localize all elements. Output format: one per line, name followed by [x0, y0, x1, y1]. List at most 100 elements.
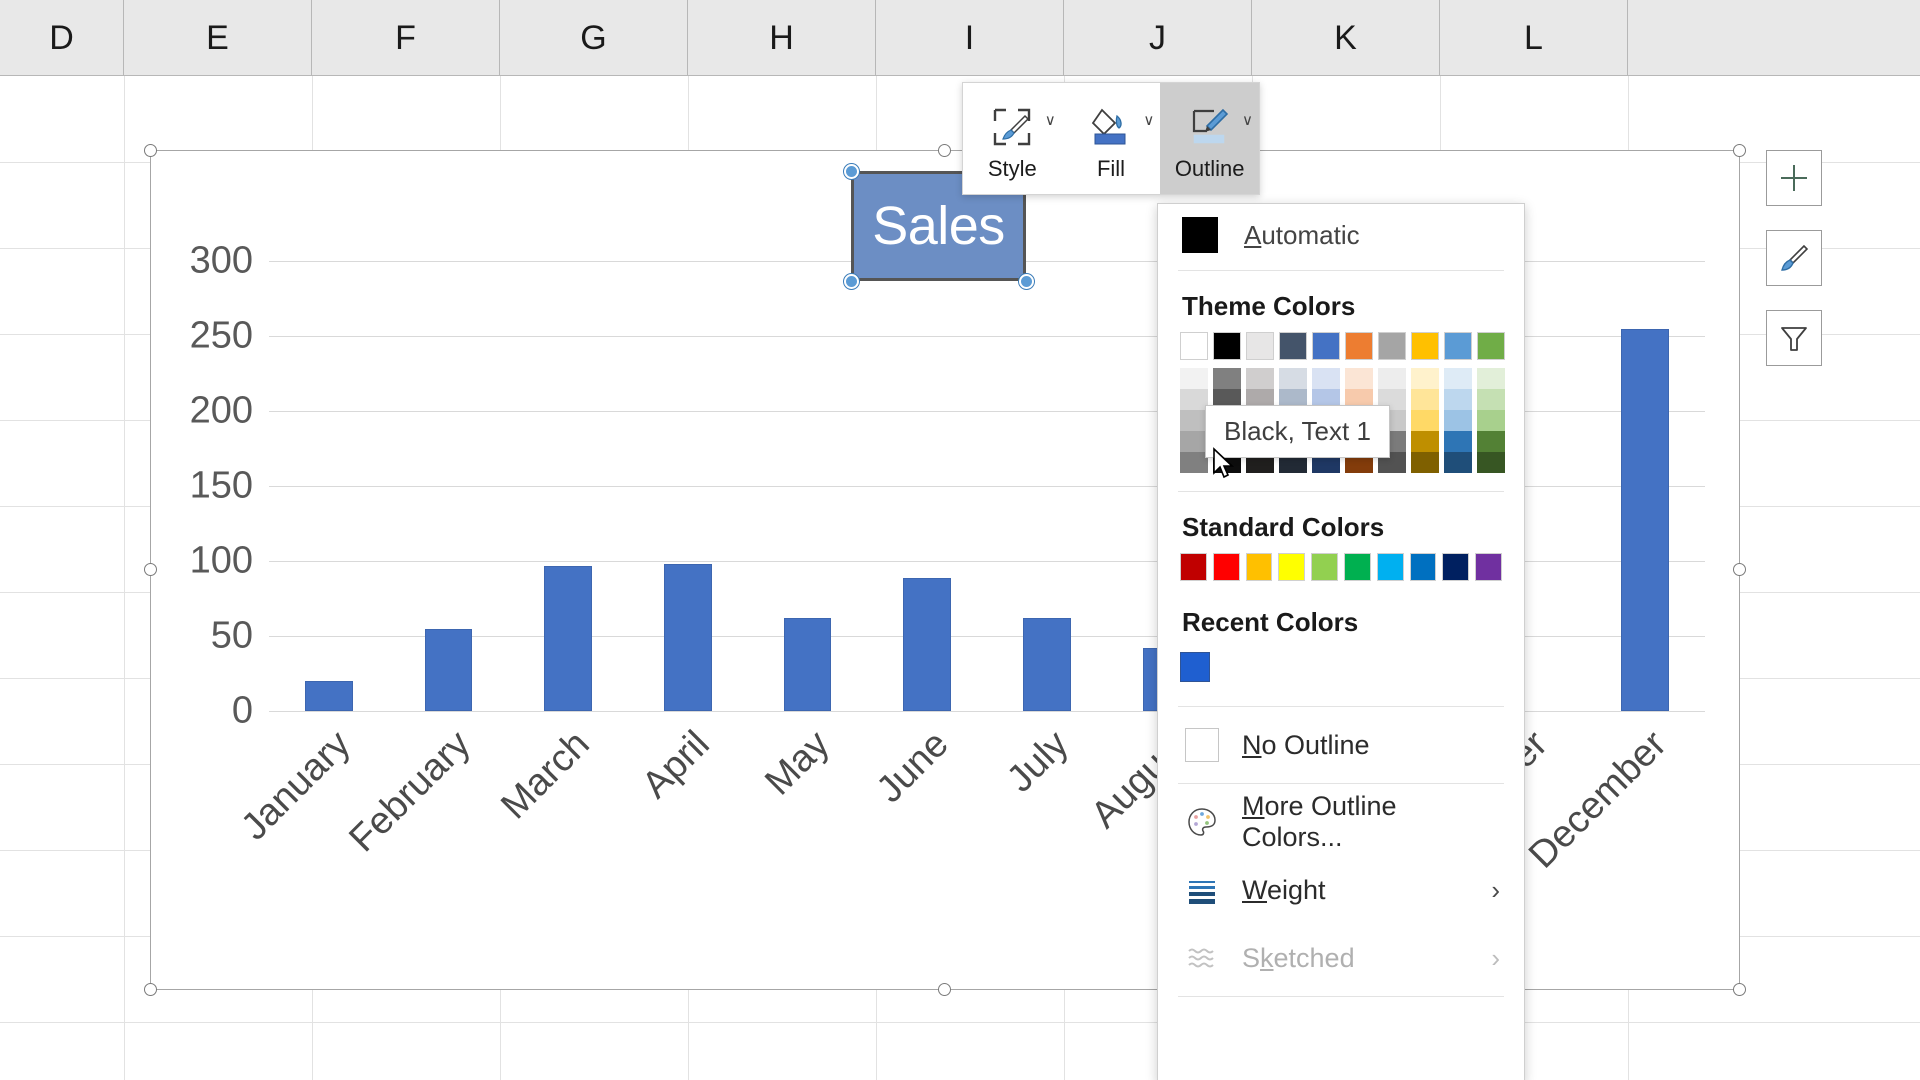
standard-color-swatch[interactable] [1245, 553, 1273, 581]
theme-color-swatch[interactable] [1345, 332, 1373, 360]
standard-color-swatch[interactable] [1343, 553, 1371, 581]
column-header-h[interactable]: H [688, 0, 876, 76]
theme-tint-swatch[interactable] [1444, 368, 1472, 389]
theme-tint-swatch[interactable] [1213, 368, 1241, 389]
recent-color-swatch[interactable] [1180, 652, 1210, 682]
theme-tint-swatch[interactable] [1411, 368, 1439, 389]
bar[interactable] [1621, 328, 1670, 711]
theme-tint-swatch[interactable] [1477, 410, 1505, 431]
style-brush-icon [994, 108, 1031, 145]
theme-tint-swatch[interactable] [1180, 452, 1208, 473]
style-caret-icon[interactable]: ∨ [1045, 111, 1056, 129]
standard-colors-row[interactable] [1158, 553, 1524, 581]
theme-tint-swatch[interactable] [1444, 410, 1472, 431]
theme-tint-swatch[interactable] [1312, 368, 1340, 389]
theme-tint-swatch[interactable] [1444, 431, 1472, 452]
theme-tint-swatch[interactable] [1345, 368, 1373, 389]
funnel-icon [1781, 327, 1807, 351]
standard-color-swatch[interactable] [1311, 553, 1338, 581]
theme-color-swatch[interactable] [1246, 332, 1274, 360]
column-header-g[interactable]: G [500, 0, 688, 76]
minibar-fill-label: Fill [1096, 155, 1126, 181]
column-header-d[interactable]: D [0, 0, 124, 76]
no-outline-swatch [1182, 728, 1222, 762]
title-handle-br[interactable] [1019, 274, 1034, 289]
column-header-i[interactable]: I [876, 0, 1064, 76]
chart-handle-ml[interactable] [144, 563, 157, 576]
recent-colors-heading: Recent Colors [1182, 607, 1359, 637]
bar[interactable] [663, 564, 712, 711]
bar[interactable] [783, 618, 832, 711]
outline-caret-icon[interactable]: ∨ [1242, 111, 1253, 129]
title-handle-tl[interactable] [844, 164, 859, 179]
theme-tint-swatch[interactable] [1411, 410, 1439, 431]
chart-elements-button[interactable] [1766, 150, 1822, 206]
standard-color-swatch[interactable] [1180, 553, 1207, 581]
minibar-outline-button[interactable]: ∨ Outline [1160, 83, 1260, 194]
chart-handle-bl[interactable] [144, 983, 157, 996]
theme-color-swatch[interactable] [1444, 332, 1472, 360]
chart-handle-br[interactable] [1733, 983, 1746, 996]
column-header-e[interactable]: E [124, 0, 312, 76]
theme-tint-swatch[interactable] [1411, 452, 1439, 473]
theme-tint-swatch[interactable] [1444, 452, 1472, 473]
chart-filters-button[interactable] [1766, 310, 1822, 366]
theme-color-swatch[interactable] [1312, 332, 1340, 360]
automatic-swatch [1182, 217, 1218, 253]
fill-caret-icon[interactable]: ∨ [1143, 111, 1154, 129]
standard-color-swatch[interactable] [1212, 553, 1240, 581]
bar[interactable] [304, 681, 353, 711]
standard-color-swatch[interactable] [1376, 553, 1404, 581]
standard-color-swatch[interactable] [1475, 553, 1502, 581]
no-outline-item[interactable]: No Outline [1158, 711, 1524, 779]
chart-handle-bc[interactable] [938, 983, 951, 996]
theme-tint-swatch[interactable] [1246, 368, 1274, 389]
theme-tint-swatch[interactable] [1477, 431, 1505, 452]
theme-color-swatch[interactable] [1180, 332, 1208, 360]
theme-color-swatch[interactable] [1477, 332, 1505, 360]
chart-handle-tc[interactable] [938, 144, 951, 157]
column-header-k[interactable]: K [1252, 0, 1440, 76]
theme-base-row[interactable] [1180, 332, 1505, 360]
outline-color-dropdown[interactable]: Automatic Theme Colors Standard Colors R… [1157, 203, 1525, 1080]
mini-toolbar[interactable]: ∨ Style ∨ Fill ∨ Outline [962, 82, 1260, 195]
standard-color-swatch[interactable] [1442, 553, 1470, 581]
theme-color-swatch[interactable] [1411, 332, 1439, 360]
theme-tint-swatch[interactable] [1477, 452, 1505, 473]
x-label-cell: June [867, 717, 987, 917]
column-header-j[interactable]: J [1064, 0, 1252, 76]
recent-colors-row[interactable] [1158, 648, 1524, 682]
minibar-style-button[interactable]: ∨ Style [963, 83, 1062, 194]
theme-tint-swatch[interactable] [1477, 389, 1505, 410]
standard-color-swatch[interactable] [1409, 553, 1437, 581]
title-handle-bl[interactable] [844, 274, 859, 289]
theme-tint-swatch[interactable] [1180, 431, 1208, 452]
bar[interactable] [1022, 618, 1071, 711]
minibar-fill-button[interactable]: ∨ Fill [1062, 83, 1161, 194]
chart-handle-tl[interactable] [144, 144, 157, 157]
column-header-l[interactable]: L [1440, 0, 1628, 76]
standard-color-swatch[interactable] [1278, 553, 1306, 581]
chart-styles-button[interactable] [1766, 230, 1822, 286]
weight-item[interactable]: Weight › [1158, 856, 1524, 924]
theme-tint-swatch[interactable] [1378, 368, 1406, 389]
theme-tint-swatch[interactable] [1444, 389, 1472, 410]
bar[interactable] [424, 628, 473, 711]
bar[interactable] [903, 577, 952, 711]
bar[interactable] [544, 565, 593, 711]
theme-tint-swatch[interactable] [1411, 389, 1439, 410]
theme-tint-swatch[interactable] [1411, 431, 1439, 452]
column-header-f[interactable]: F [312, 0, 500, 76]
theme-tint-swatch[interactable] [1180, 389, 1208, 410]
theme-color-swatch[interactable] [1378, 332, 1406, 360]
theme-color-swatch[interactable] [1213, 332, 1241, 360]
more-outline-colors-item[interactable]: More Outline Colors... [1158, 788, 1524, 856]
theme-color-swatch[interactable] [1279, 332, 1307, 360]
chart-handle-tr[interactable] [1733, 144, 1746, 157]
chart-handle-mr[interactable] [1733, 563, 1746, 576]
theme-tint-swatch[interactable] [1180, 410, 1208, 431]
theme-tint-swatch[interactable] [1180, 368, 1208, 389]
automatic-color-item[interactable]: Automatic [1158, 204, 1524, 266]
theme-tint-swatch[interactable] [1477, 368, 1505, 389]
theme-tint-swatch[interactable] [1279, 368, 1307, 389]
